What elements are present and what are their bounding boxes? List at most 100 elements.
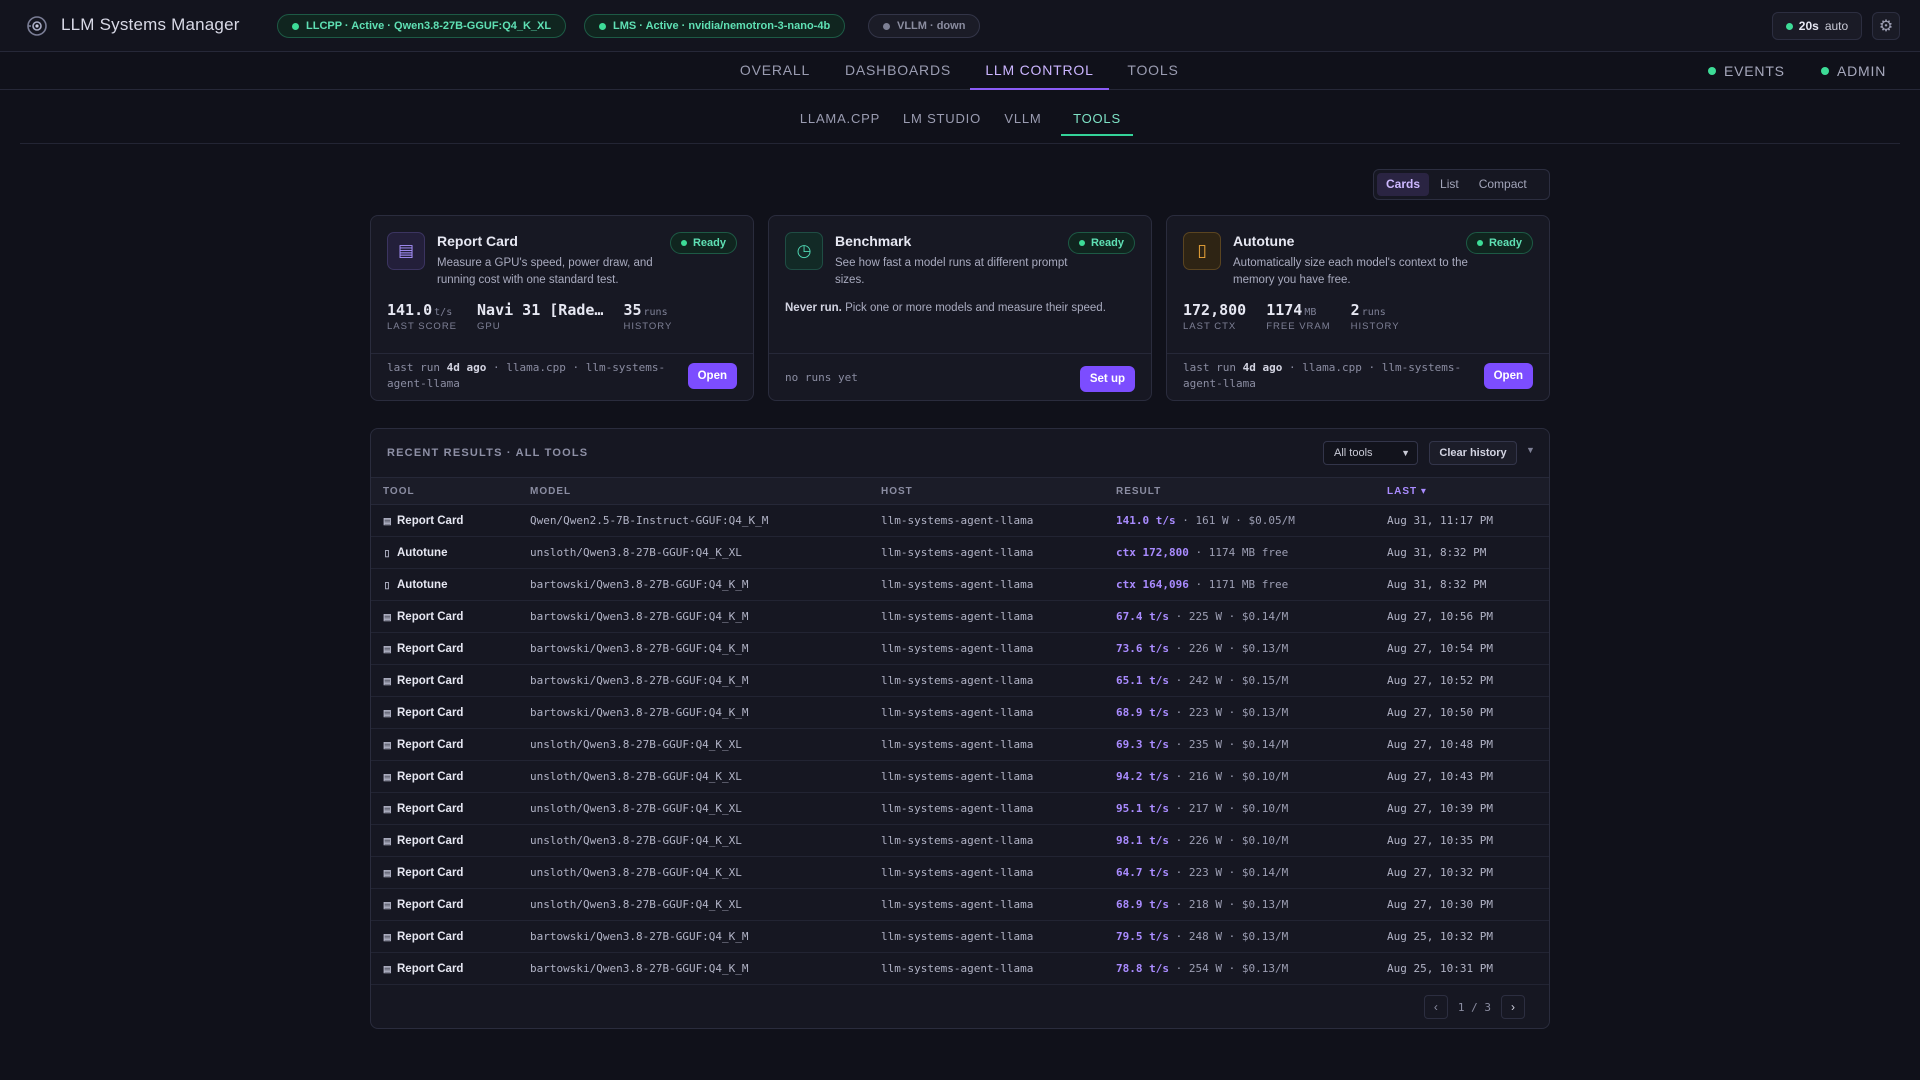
subtab-llama-cpp[interactable]: LLAMA.CPP [796, 106, 884, 136]
subtab-lm-studio[interactable]: LM STUDIO [900, 106, 984, 136]
result-secondary: · 226 W · $0.13/M [1168, 642, 1289, 655]
top-bar: LLM Systems Manager LLCPP · Active · Qwe… [0, 0, 1920, 52]
column-header-tool[interactable]: TOOL [383, 478, 415, 505]
tab-tools[interactable]: TOOLS [1120, 52, 1186, 90]
cell-last: Aug 31, 11:17 PM [1387, 514, 1493, 527]
clear-history-button[interactable]: Clear history [1429, 441, 1517, 465]
stat-label: GPU [477, 321, 501, 332]
list-icon: ▤ [383, 964, 392, 974]
tab-overall[interactable]: OVERALL [733, 52, 817, 90]
cell-host: llm-systems-agent-llama [881, 706, 1034, 719]
cell-model: bartowski/Qwen3.8-27B-GGUF:Q4_K_M [530, 674, 749, 687]
cell-tool: ▤ Report Card [383, 505, 463, 537]
cell-result: 68.9 t/s · 223 W · $0.13/M [1116, 697, 1288, 729]
cell-result: 95.1 t/s · 217 W · $0.10/M [1116, 793, 1288, 825]
table-row[interactable]: ▤ Report Card unsloth/Qwen3.8-27B-GGUF:Q4_… [371, 729, 1549, 761]
cell-model: bartowski/Qwen3.8-27B-GGUF:Q4_K_M [530, 578, 749, 591]
collapse-panel-icon[interactable]: ▼ [1526, 445, 1535, 455]
result-secondary: · 235 W · $0.14/M [1168, 738, 1289, 751]
settings-button[interactable]: ⚙ [1872, 12, 1900, 40]
tool-name: Report Card [397, 835, 464, 847]
cell-model: bartowski/Qwen3.8-27B-GGUF:Q4_K_M [530, 706, 749, 719]
cell-result: 78.8 t/s · 254 W · $0.13/M [1116, 953, 1288, 985]
table-row[interactable]: ▤ Report Card unsloth/Qwen3.8-27B-GGUF:Q4_… [371, 857, 1549, 889]
empty-state-text: Never run. Pick one or more models and m… [785, 302, 1106, 314]
open-report-card-button[interactable]: Open [687, 363, 737, 389]
result-primary: 68.9 t/s [1116, 898, 1169, 911]
result-primary: 73.6 t/s [1116, 642, 1169, 655]
view-list-button[interactable]: List [1431, 173, 1468, 196]
stat-value: 172,800 [1183, 301, 1247, 319]
table-row[interactable]: ▯ Autotune unsloth/Qwen3.8-27B-GGUF:Q4_K_X… [371, 537, 1549, 569]
recent-results-panel: RECENT RESULTS · ALL TOOLS All tools ▼ C… [370, 428, 1550, 1029]
cell-last: Aug 31, 8:32 PM [1387, 546, 1487, 559]
stat-value: 2 [1350, 301, 1360, 319]
status-pill-llcpp[interactable]: LLCPP · Active · Qwen3.8-27B-GGUF:Q4_K_X… [277, 14, 567, 38]
auto-refresh-button[interactable]: 20s auto [1772, 12, 1862, 40]
tab-dashboards[interactable]: DASHBOARDS [837, 52, 959, 90]
tool-name: Report Card [397, 867, 464, 879]
stat-last-ctx: 172,800 LAST CTX [1183, 301, 1246, 332]
result-secondary: · 161 W · $0.05/M [1175, 514, 1295, 527]
tool-filter-select[interactable]: All tools ▼ [1323, 441, 1418, 465]
view-cards-button[interactable]: Cards [1377, 173, 1430, 196]
view-compact-button[interactable]: Compact [1470, 173, 1536, 196]
table-row[interactable]: ▤ Report Card unsloth/Qwen3.8-27B-GGUF:Q4_… [371, 889, 1549, 921]
cell-model: unsloth/Qwen3.8-27B-GGUF:Q4_K_XL [530, 546, 742, 559]
list-icon: ▤ [383, 644, 392, 654]
card-stats: 172,800 LAST CTX 1174 MB FREE VRAM 2 runs … [1183, 301, 1400, 332]
tool-name: Report Card [397, 515, 464, 527]
table-row[interactable]: ▤ Report Card bartowski/Qwen3.8-27B-GGUF:Q… [371, 921, 1549, 953]
stat-unit: runs [1361, 307, 1386, 318]
cell-tool: ▤ Report Card [383, 665, 463, 697]
tune-icon: ▯ [384, 548, 390, 558]
cell-model: Qwen/Qwen2.5-7B-Instruct-GGUF:Q4_K_M [530, 514, 769, 527]
setup-benchmark-button[interactable]: Set up [1079, 366, 1135, 392]
cell-result: 141.0 t/s · 161 W · $0.05/M [1116, 505, 1295, 537]
result-secondary: · 1171 MB free [1188, 578, 1289, 591]
open-autotune-button[interactable]: Open [1483, 363, 1533, 389]
table-row[interactable]: ▤ Report Card unsloth/Qwen3.8-27B-GGUF:Q4_… [371, 793, 1549, 825]
prev-page-button[interactable]: ‹ [1423, 995, 1448, 1019]
tool-name: Report Card [397, 739, 464, 751]
table-row[interactable]: ▯ Autotune bartowski/Qwen3.8-27B-GGUF:Q4_K… [371, 569, 1549, 601]
table-row[interactable]: ▤ Report Card bartowski/Qwen3.8-27B-GGUF:Q… [371, 601, 1549, 633]
table-row[interactable]: ▤ Report Card bartowski/Qwen3.8-27B-GGUF:Q… [371, 665, 1549, 697]
stat-label: HISTORY [623, 321, 673, 332]
subtab-vllm[interactable]: VLLM [1001, 106, 1045, 136]
events-link[interactable]: EVENTS [1708, 52, 1785, 90]
list-icon: ▤ [383, 612, 392, 622]
tab-llm-control[interactable]: LLM CONTROL [970, 52, 1109, 90]
column-header-last[interactable]: LAST ▾ [1387, 478, 1427, 505]
table-row[interactable]: ▤ Report Card bartowski/Qwen3.8-27B-GGUF:Q… [371, 633, 1549, 665]
table-row[interactable]: ▤ Report Card bartowski/Qwen3.8-27B-GGUF:Q… [371, 697, 1549, 729]
cell-result: 69.3 t/s · 235 W · $0.14/M [1116, 729, 1288, 761]
page-indicator: 1 / 3 [1457, 1000, 1491, 1014]
table-row[interactable]: ▤ Report Card unsloth/Qwen3.8-27B-GGUF:Q4_… [371, 825, 1549, 857]
cell-last: Aug 27, 10:32 PM [1387, 866, 1493, 879]
column-header-host[interactable]: HOST [881, 478, 913, 505]
column-header-result[interactable]: RESULT [1116, 478, 1161, 505]
status-pill-lms[interactable]: LMS · Active · nvidia/nemotron-3-nano-4b [584, 14, 846, 38]
cell-host: llm-systems-agent-llama [881, 962, 1034, 975]
column-header-model[interactable]: MODEL [530, 478, 571, 505]
list-icon: ▤ [383, 516, 392, 526]
stat-value: 35 [623, 301, 642, 319]
stat-history: 35 runs HISTORY [623, 301, 672, 332]
table-row[interactable]: ▤ Report Card unsloth/Qwen3.8-27B-GGUF:Q4_… [371, 761, 1549, 793]
cell-host: llm-systems-agent-llama [881, 514, 1034, 527]
stat-value: 141.0 [387, 301, 433, 319]
last-run-meta: last run 4d ago · llama.cpp · llm-system… [1183, 361, 1462, 390]
stat-gpu: Navi 31 [Rade… GPU [477, 301, 603, 332]
cell-result: 64.7 t/s · 223 W · $0.14/M [1116, 857, 1288, 889]
cell-tool: ▤ Report Card [383, 825, 463, 857]
status-pill-vllm[interactable]: VLLM · down [868, 14, 981, 38]
stat-label: HISTORY [1350, 321, 1400, 332]
subtab-tools[interactable]: TOOLS [1061, 106, 1133, 136]
next-page-button[interactable]: › [1501, 995, 1525, 1019]
admin-link[interactable]: ADMIN [1821, 52, 1886, 90]
table-row[interactable]: ▤ Report Card Qwen/Qwen2.5-7B-Instruct-GGU… [371, 505, 1549, 537]
cell-host: llm-systems-agent-llama [881, 738, 1034, 751]
table-row[interactable]: ▤ Report Card bartowski/Qwen3.8-27B-GGUF:Q… [371, 953, 1549, 985]
stat-label: LAST SCORE [387, 321, 458, 332]
